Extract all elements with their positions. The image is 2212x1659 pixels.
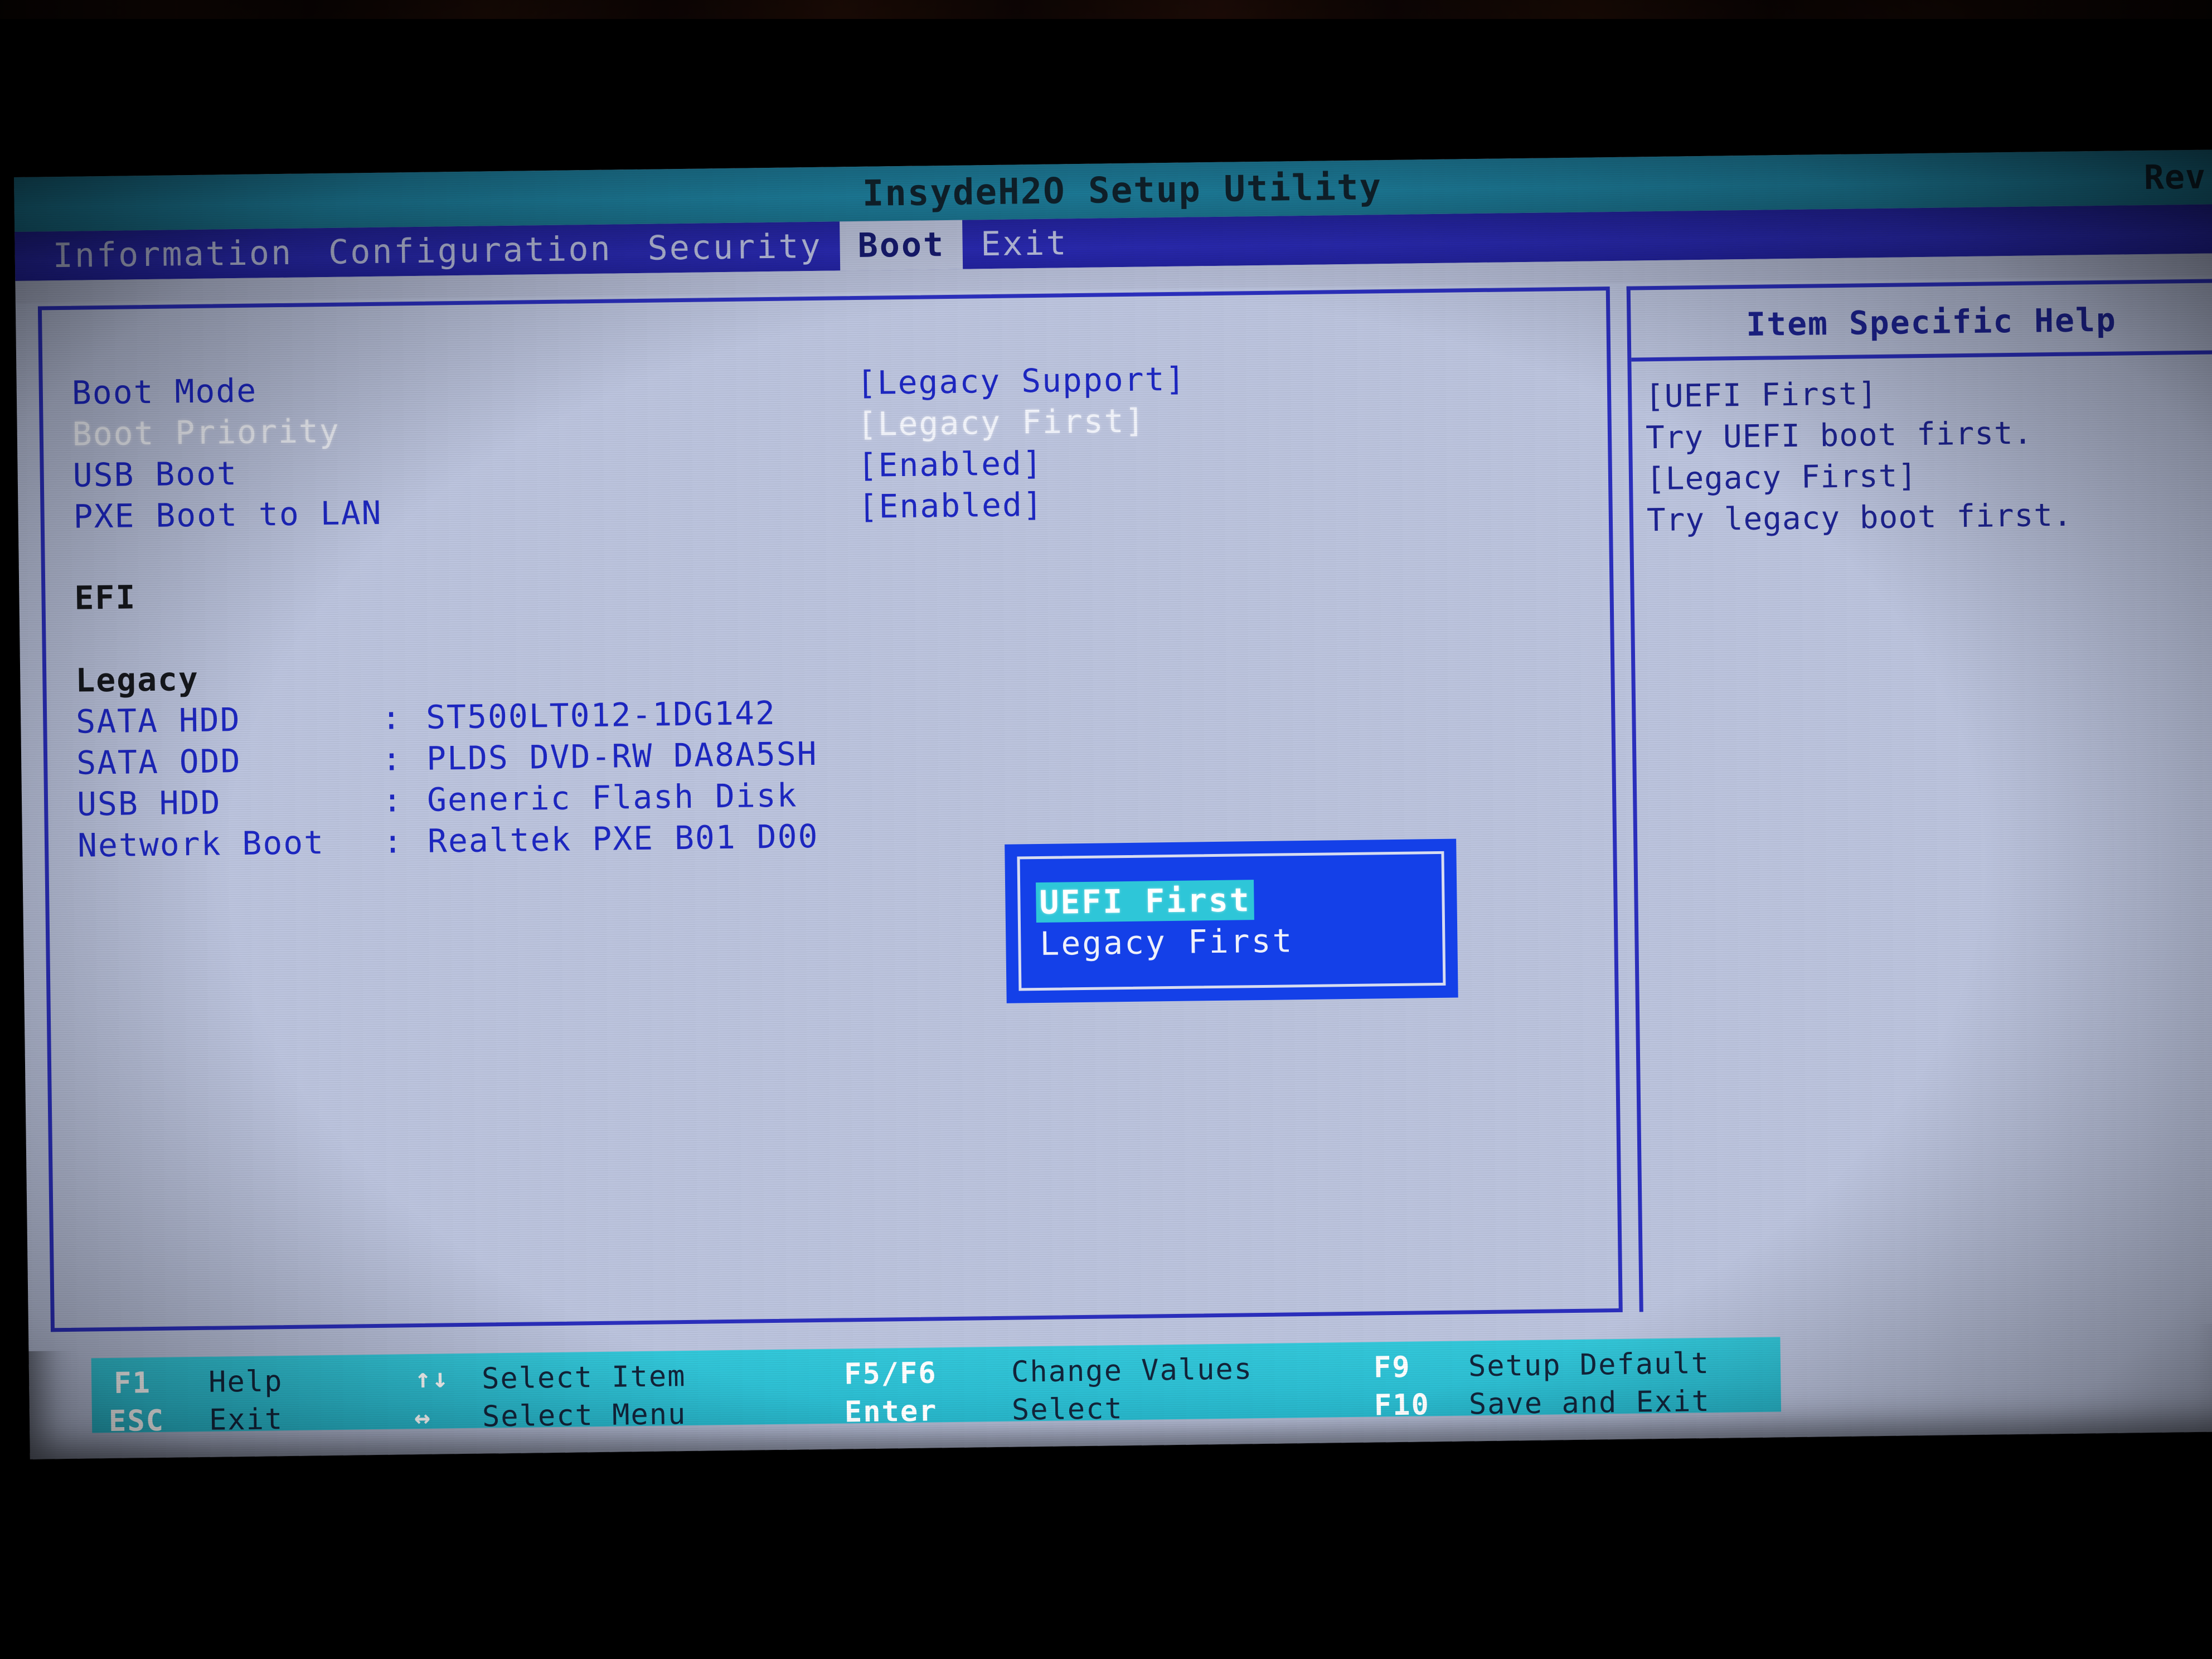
device-value-network-boot: Realtek PXE B01 D00 [427, 817, 819, 860]
boot-settings-panel: Boot Mode [Legacy Support] Boot Priority… [37, 287, 1623, 1332]
setting-value-boot-mode[interactable]: [Legacy Support] [856, 358, 1186, 404]
left-right-arrow-icon: ↔ [414, 1401, 432, 1434]
footer-key-esc[interactable]: ESC [109, 1403, 165, 1439]
tab-security[interactable]: Security [629, 221, 840, 273]
help-line-legacy-first-heading: [Legacy First] [1646, 458, 1918, 498]
footer-key-f10[interactable]: F10 [1374, 1387, 1430, 1423]
device-separator: : [381, 740, 402, 778]
footer-label-select-item: Select Item [481, 1360, 686, 1396]
up-down-arrow-icon: ↑↓ [414, 1362, 450, 1395]
setting-label-usb-boot: USB Boot [72, 454, 238, 494]
photo-top-edge [0, 0, 2212, 19]
photo-frame: InsydeH2O Setup Utility Rev. Information… [0, 0, 2212, 1659]
setting-label-boot-mode: Boot Mode [71, 371, 258, 412]
setting-value-usb-boot[interactable]: [Enabled] [857, 443, 1043, 486]
device-separator: : [382, 781, 402, 819]
footer-key-enter[interactable]: Enter [845, 1393, 938, 1430]
device-name-sata-odd: SATA ODD [76, 741, 241, 782]
revision-label: Rev. [2143, 157, 2212, 197]
setting-label-pxe-boot-to-lan: PXE Boot to LAN [73, 493, 382, 536]
setting-label-boot-priority: Boot Priority [72, 411, 341, 453]
footer-label-select-menu: Select Menu [482, 1398, 687, 1434]
tab-configuration[interactable]: Configuration [311, 224, 630, 277]
setting-value-pxe-boot-to-lan[interactable]: [Enabled] [858, 484, 1044, 527]
footer-key-f5-f6[interactable]: F5/F6 [844, 1355, 937, 1392]
section-header-legacy: Legacy [75, 659, 200, 700]
tab-boot[interactable]: Boot [840, 220, 963, 271]
device-value-sata-hdd: ST500LT012-1DG142 [425, 693, 777, 736]
tab-exit[interactable]: Exit [963, 219, 1086, 269]
footer-label-select: Select [1011, 1392, 1124, 1427]
footer-key-f9[interactable]: F9 [1374, 1350, 1411, 1386]
footer-label-exit: Exit [208, 1403, 284, 1437]
dropdown-option-legacy-first[interactable]: Legacy First [1036, 920, 1297, 964]
tab-information[interactable]: Information [35, 228, 311, 280]
footer-label-change-values: Change Values [1011, 1352, 1253, 1389]
device-value-sata-odd: PLDS DVD-RW DA8A5SH [426, 734, 818, 778]
help-line-legacy-first-desc: Try legacy boot first. [1646, 497, 2073, 539]
section-header-efi: EFI [74, 578, 137, 617]
footer-label-setup-default: Setup Default [1468, 1346, 1710, 1384]
item-specific-help-panel: Item Specific Help [UEFI First] Try UEFI… [1626, 279, 2212, 1312]
device-value-usb-hdd: Generic Flash Disk [426, 776, 798, 819]
device-separator: : [381, 698, 401, 737]
footer-key-f1[interactable]: F1 [114, 1365, 151, 1401]
footer-label-save-and-exit: Save and Exit [1468, 1384, 1711, 1422]
footer-key-legend: F1 Help ESC Exit ↑↓ Select Item ↔ Select… [91, 1337, 1782, 1438]
bios-screen: InsydeH2O Setup Utility Rev. Information… [14, 149, 2212, 1459]
footer-label-help: Help [208, 1365, 283, 1399]
dropdown-option-uefi-first[interactable]: UEFI First [1036, 880, 1255, 923]
setting-value-boot-priority[interactable]: [Legacy First] [857, 400, 1146, 445]
help-line-uefi-first-desc: Try UEFI boot first. [1645, 415, 2033, 457]
body-area: Boot Mode [Legacy Support] Boot Priority… [15, 275, 2212, 1351]
device-separator: : [382, 822, 403, 861]
boot-priority-dropdown[interactable]: UEFI First Legacy First [1005, 838, 1458, 1003]
device-name-network-boot: Network Boot [77, 823, 325, 865]
device-name-sata-hdd: SATA HDD [75, 700, 241, 741]
dropdown-inner-border: UEFI First Legacy First [1017, 851, 1446, 991]
help-line-uefi-first-heading: [UEFI First] [1645, 376, 1878, 415]
help-panel-body: [UEFI First] Try UEFI boot first. [Legac… [1645, 369, 2212, 541]
device-name-usb-hdd: USB HDD [76, 783, 221, 823]
help-panel-title: Item Specific Help [1630, 283, 2212, 362]
